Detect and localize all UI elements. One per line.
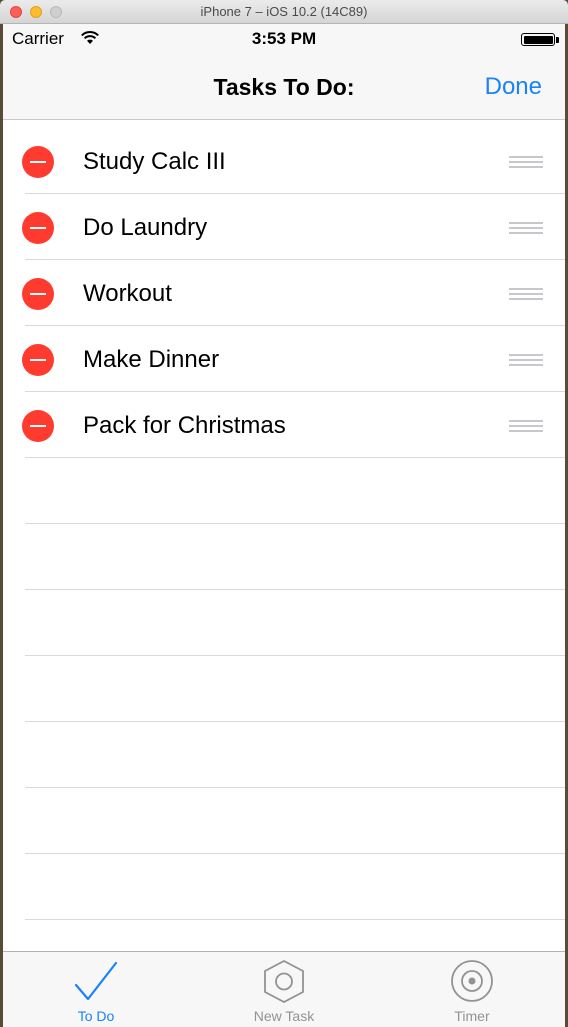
battery-icon — [521, 33, 555, 46]
reorder-handle-icon[interactable] — [509, 222, 543, 234]
page-title: Tasks To Do: — [213, 74, 355, 100]
task-row[interactable]: Make Dinner — [3, 326, 565, 392]
task-row[interactable]: Do Laundry — [3, 194, 565, 260]
done-button[interactable]: Done — [485, 73, 542, 101]
empty-row — [3, 458, 565, 524]
status-time: 3:53 PM — [251, 29, 317, 48]
tab-label: Timer — [454, 1008, 490, 1024]
tab-label: New Task — [253, 1008, 315, 1024]
tab-timer[interactable]: Timer — [412, 952, 532, 1027]
battery-tip — [556, 37, 559, 43]
task-label: Workout — [83, 280, 172, 307]
status-bar: Carrier 3:53 PM — [3, 24, 565, 54]
device-screen: Carrier 3:53 PM Tasks To Do: Done Study … — [3, 24, 565, 1027]
empty-row — [3, 524, 565, 590]
window-title: iPhone 7 – iOS 10.2 (14C89) — [200, 4, 368, 19]
task-row[interactable]: Study Calc III — [3, 128, 565, 194]
reorder-handle-icon[interactable] — [509, 420, 543, 432]
task-label: Pack for Christmas — [83, 412, 286, 439]
task-label: Study Calc III — [83, 148, 226, 175]
tab-to-do[interactable]: To Do — [36, 952, 156, 1027]
navigation-bar: Tasks To Do: Done — [3, 54, 565, 120]
empty-row — [3, 788, 565, 854]
delete-task-button[interactable] — [22, 146, 54, 178]
empty-row — [3, 590, 565, 656]
simulator-titlebar: iPhone 7 – iOS 10.2 (14C89) — [0, 0, 568, 24]
delete-task-button[interactable] — [22, 278, 54, 310]
delete-task-button[interactable] — [22, 344, 54, 376]
reorder-handle-icon[interactable] — [509, 354, 543, 366]
target-icon — [451, 960, 493, 1002]
empty-row — [3, 854, 565, 920]
task-label: Do Laundry — [83, 214, 208, 241]
reorder-handle-icon[interactable] — [509, 288, 543, 300]
empty-row — [3, 722, 565, 788]
tab-label: To Do — [77, 1008, 115, 1024]
delete-task-button[interactable] — [22, 410, 54, 442]
task-row[interactable]: Workout — [3, 260, 565, 326]
hexagon-icon — [264, 959, 304, 1003]
delete-task-button[interactable] — [22, 212, 54, 244]
tab-new-task[interactable]: New Task — [224, 952, 344, 1027]
task-label: Make Dinner — [83, 346, 220, 373]
checkmark-icon — [74, 961, 118, 1001]
task-row[interactable]: Pack for Christmas — [3, 392, 565, 458]
tab-bar: To Do New Task Timer — [3, 951, 565, 1027]
empty-row — [3, 656, 565, 722]
reorder-handle-icon[interactable] — [509, 156, 543, 168]
task-list: Study Calc III Do Laundry Workout Make D… — [3, 128, 565, 920]
